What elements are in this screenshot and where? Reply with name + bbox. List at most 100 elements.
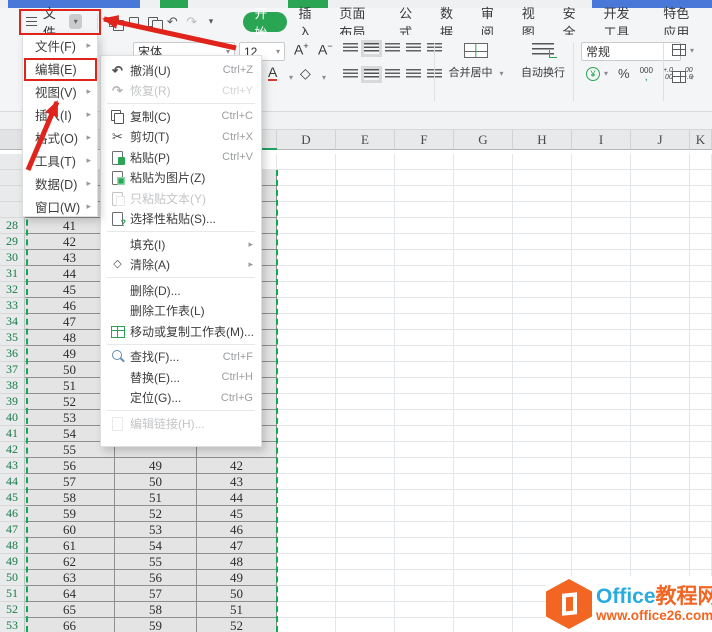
currency-icon[interactable]: ¥▾	[586, 67, 608, 81]
file-menu-item-7[interactable]: 数据(D)▸	[23, 172, 97, 195]
grid-cell[interactable]	[631, 378, 690, 394]
grid-cell[interactable]	[454, 346, 513, 362]
redo-icon[interactable]: ↷	[185, 14, 198, 30]
file-menu-item-5[interactable]: 格式(O)▸	[23, 126, 97, 149]
grid-cell[interactable]: 47	[197, 538, 277, 554]
grid-cell[interactable]	[336, 282, 395, 298]
grid-cell[interactable]	[336, 490, 395, 506]
row-header[interactable]: 52	[0, 602, 25, 618]
file-menu-item-3[interactable]: 视图(V)▸	[23, 80, 97, 103]
grid-cell[interactable]	[690, 442, 712, 458]
grid-cell[interactable]	[395, 618, 454, 632]
grid-cell[interactable]	[631, 298, 690, 314]
grid-cell[interactable]: 53	[115, 522, 197, 538]
grid-cell[interactable]	[277, 330, 336, 346]
grid-cell[interactable]	[454, 314, 513, 330]
grid-cell[interactable]	[277, 266, 336, 282]
grid-cell[interactable]	[690, 282, 712, 298]
grid-cell[interactable]	[454, 378, 513, 394]
grid-cell[interactable]	[631, 234, 690, 250]
grid-cell[interactable]	[395, 314, 454, 330]
row-header[interactable]: 41	[0, 426, 25, 442]
grid-cell[interactable]	[454, 538, 513, 554]
grid-cell[interactable]	[454, 570, 513, 586]
grid-cell[interactable]	[395, 410, 454, 426]
grid-cell[interactable]	[572, 314, 631, 330]
grid-cell[interactable]: 59	[25, 506, 115, 522]
grid-cell[interactable]	[513, 346, 572, 362]
column-header[interactable]: K	[690, 130, 712, 150]
tab-公式[interactable]: 公式	[388, 12, 429, 32]
grid-cell[interactable]	[395, 506, 454, 522]
grid-cell[interactable]	[690, 554, 712, 570]
grid-cell[interactable]	[336, 602, 395, 618]
grid-cell[interactable]	[631, 538, 690, 554]
column-header[interactable]: G	[454, 130, 513, 150]
chevron-down-icon[interactable]: ▾	[322, 73, 326, 82]
grid-cell[interactable]	[572, 506, 631, 522]
grid-cell[interactable]	[513, 410, 572, 426]
grid-cell[interactable]	[336, 394, 395, 410]
grid-cell[interactable]	[513, 426, 572, 442]
grid-cell[interactable]	[277, 186, 336, 202]
grid-cell[interactable]	[336, 442, 395, 458]
grid-cell[interactable]	[572, 218, 631, 234]
grid-cell[interactable]	[690, 330, 712, 346]
export-icon[interactable]	[127, 14, 140, 30]
row-header[interactable]: 32	[0, 282, 25, 298]
edit-submenu-item-11[interactable]: 填充(I)▸	[101, 234, 261, 255]
grid-cell[interactable]	[631, 458, 690, 474]
grid-cell[interactable]	[336, 538, 395, 554]
row-header[interactable]: 40	[0, 410, 25, 426]
grid-cell[interactable]	[513, 170, 572, 186]
grid-cell[interactable]	[395, 554, 454, 570]
row-header[interactable]: 29	[0, 234, 25, 250]
grid-cell[interactable]	[513, 490, 572, 506]
grid-cell[interactable]	[395, 362, 454, 378]
grid-cell[interactable]	[454, 218, 513, 234]
edit-submenu-item-6[interactable]: 粘贴(P)Ctrl+V	[101, 147, 261, 168]
grid-cell[interactable]	[690, 234, 712, 250]
grid-cell[interactable]: 51	[197, 602, 277, 618]
grid-cell[interactable]	[336, 154, 395, 170]
grid-cell[interactable]	[513, 250, 572, 266]
grid-cell[interactable]	[513, 234, 572, 250]
grid-cell[interactable]: 50	[197, 586, 277, 602]
grid-cell[interactable]	[690, 298, 712, 314]
table-style-button[interactable]: ▾	[672, 71, 694, 83]
grid-cell[interactable]	[277, 362, 336, 378]
grid-cell[interactable]	[631, 330, 690, 346]
row-header[interactable]: 47	[0, 522, 25, 538]
grid-cell[interactable]	[690, 314, 712, 330]
grid-cell[interactable]	[631, 282, 690, 298]
row-header[interactable]: 44	[0, 474, 25, 490]
grid-cell[interactable]	[690, 378, 712, 394]
align-right-icon[interactable]	[385, 69, 400, 80]
grid-cell[interactable]	[690, 426, 712, 442]
grid-cell[interactable]	[631, 218, 690, 234]
column-header[interactable]: J	[631, 130, 690, 150]
grid-cell[interactable]	[336, 202, 395, 218]
tab-home[interactable]: 开始	[243, 12, 288, 32]
grid-cell[interactable]	[395, 202, 454, 218]
row-header[interactable]: 38	[0, 378, 25, 394]
grid-cell[interactable]	[572, 362, 631, 378]
grid-cell[interactable]	[277, 618, 336, 632]
grid-cell[interactable]: 55	[115, 554, 197, 570]
edit-submenu-item-5[interactable]: 剪切(T)Ctrl+X	[101, 127, 261, 148]
file-menu-item-8[interactable]: 窗口(W)▸	[23, 195, 97, 218]
grid-cell[interactable]	[513, 202, 572, 218]
tab-特色应用[interactable]: 特色应用	[652, 12, 712, 32]
grid-cell[interactable]	[277, 346, 336, 362]
grid-cell[interactable]	[395, 586, 454, 602]
grid-cell[interactable]	[454, 186, 513, 202]
grid-cell[interactable]	[395, 170, 454, 186]
grid-cell[interactable]	[572, 474, 631, 490]
grid-cell[interactable]	[336, 474, 395, 490]
grid-cell[interactable]	[631, 554, 690, 570]
row-header[interactable]: 45	[0, 490, 25, 506]
grid-cell[interactable]	[631, 314, 690, 330]
tab-开发工具[interactable]: 开发工具	[592, 12, 652, 32]
edit-submenu-item-16[interactable]: 移动或复制工作表(M)...	[101, 321, 261, 342]
grid-cell[interactable]	[395, 602, 454, 618]
